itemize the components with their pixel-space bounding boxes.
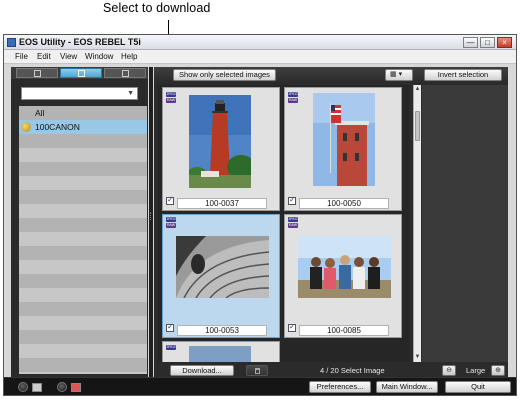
filename-label: 100-0050: [299, 198, 389, 209]
zoom-label: Large: [466, 366, 486, 375]
magnifier-minus-icon: ⊖: [446, 367, 452, 374]
scroll-thumb[interactable]: [415, 111, 420, 141]
folder-item-all[interactable]: All: [19, 106, 147, 120]
menu-bar: File Edit View Window Help: [4, 50, 516, 64]
raw-badge: RAW: [288, 223, 298, 228]
filename-label: 100-0053: [177, 325, 267, 336]
lighthouse-photo: [189, 95, 251, 188]
filename-label: 100-0037: [177, 198, 267, 209]
invert-selection-button[interactable]: Invert selection: [424, 69, 502, 81]
show-selected-button[interactable]: Show only selected images: [173, 69, 276, 81]
minimize-button[interactable]: —: [463, 37, 478, 48]
chevron-down-icon: ▼: [127, 90, 134, 97]
chevron-down-icon: ▾: [398, 71, 403, 78]
zoom-in-button[interactable]: ⊕: [491, 365, 505, 376]
memory-card-icon: [71, 383, 81, 392]
jpeg-badge: JPEG: [288, 92, 298, 97]
raw-badge: RAW: [166, 98, 176, 103]
callout-label: Select to download: [103, 1, 211, 15]
preview-panel: [422, 85, 508, 362]
jpeg-badge: JPEG: [288, 217, 298, 222]
tower-flag-photo: [313, 93, 375, 186]
folder-item-100canon[interactable]: 100CANON: [19, 120, 147, 134]
panel-splitter[interactable]: [149, 67, 153, 377]
browser-toolbar: Show only selected images ▦ ▾ Invert sel…: [154, 67, 508, 83]
grid-view-icon: ▦: [390, 71, 397, 78]
camera-connection-icon[interactable]: [18, 382, 28, 392]
app-window: EOS Utility - EOS REBEL T5i — □ × File E…: [3, 34, 517, 396]
thumbnail-image: [313, 93, 375, 186]
group-photo: [298, 236, 391, 298]
download-button[interactable]: Download...: [170, 365, 234, 376]
thumbnail-card[interactable]: JPEG RAW: [162, 87, 280, 211]
preferences-button[interactable]: Preferences...: [309, 381, 371, 393]
scroll-up-icon[interactable]: ▲: [414, 85, 421, 93]
download-checkbox[interactable]: [166, 322, 174, 332]
title-bar: EOS Utility - EOS REBEL T5i — □ ×: [4, 35, 516, 50]
splitter-grip-icon: [150, 212, 152, 220]
download-checkbox[interactable]: [166, 195, 174, 205]
thumbnail-image: [298, 236, 391, 298]
download-checkbox[interactable]: [288, 195, 296, 205]
thumbnail-card[interactable]: JPEG RAW: [284, 87, 402, 211]
thumbnail-image: [176, 236, 269, 298]
sidebar-tab-left[interactable]: [16, 68, 58, 78]
filename-label: 100-0085: [299, 325, 389, 336]
window-title: EOS Utility - EOS REBEL T5i: [19, 37, 141, 47]
menu-file[interactable]: File: [15, 52, 28, 61]
browser-bottom-bar: Download... 4 / 20 Select Image ⊖ Large …: [154, 365, 508, 377]
menu-edit[interactable]: Edit: [37, 52, 51, 61]
tab-middle-icon: [78, 70, 85, 77]
tab-left-icon: [34, 70, 41, 77]
main-window-button[interactable]: Main Window...: [376, 381, 438, 393]
tab-right-icon: [122, 70, 129, 77]
staircase-photo: [176, 236, 269, 298]
thumbnail-grid: JPEG RAW ✓ 100-0037 JPEG RAW ✓ 100-0050 …: [158, 85, 409, 362]
zoom-out-button[interactable]: ⊖: [442, 365, 456, 376]
window-footer: Preferences... Main Window... Quit: [4, 377, 516, 395]
jpeg-badge: JPEG: [166, 217, 176, 222]
maximize-button[interactable]: □: [480, 37, 495, 48]
menu-help[interactable]: Help: [121, 52, 137, 61]
menu-view[interactable]: View: [60, 52, 77, 61]
folder-sidebar: ▼ All 100CANON: [11, 67, 148, 377]
trash-icon: [255, 368, 260, 374]
thumbnail-card[interactable]: JPEG RAW 100-0085: [284, 214, 402, 338]
image-browser: Show only selected images ▦ ▾ Invert sel…: [154, 67, 508, 377]
raw-badge: RAW: [166, 223, 176, 228]
thumbnail-image: [189, 346, 251, 362]
quit-button[interactable]: Quit: [445, 381, 511, 393]
close-button[interactable]: ×: [497, 37, 512, 48]
card-folder-icon: [21, 122, 31, 132]
menu-window[interactable]: Window: [85, 52, 113, 61]
folder-dropdown[interactable]: ▼: [21, 87, 138, 100]
download-checkbox[interactable]: [288, 322, 296, 332]
grid-scrollbar[interactable]: ▲ ▼: [413, 85, 421, 362]
thumbnail-card-partial[interactable]: JPEG: [162, 341, 280, 362]
thumbnail-image: [189, 95, 251, 188]
folder-item-label: 100CANON: [35, 122, 80, 132]
magnifier-plus-icon: ⊕: [495, 367, 501, 374]
app-icon: [7, 38, 16, 47]
delete-button[interactable]: [246, 365, 268, 376]
folder-item-label: All: [35, 108, 45, 118]
sidebar-tabs: [11, 67, 148, 79]
selection-status: 4 / 20 Select Image: [320, 366, 385, 375]
folder-list: All 100CANON: [19, 106, 147, 374]
scroll-down-icon[interactable]: ▼: [414, 353, 421, 361]
camera-status-icon[interactable]: [57, 382, 67, 392]
sidebar-tab-middle[interactable]: [60, 68, 102, 78]
raw-badge: RAW: [288, 98, 298, 103]
jpeg-badge: JPEG: [166, 92, 176, 97]
thumbnail-card[interactable]: JPEG RAW 100-0053: [162, 214, 280, 338]
sidebar-tab-right[interactable]: [104, 68, 146, 78]
jpeg-badge: JPEG: [166, 345, 176, 350]
computer-icon: [32, 383, 42, 392]
view-mode-dropdown[interactable]: ▦ ▾: [385, 69, 413, 81]
